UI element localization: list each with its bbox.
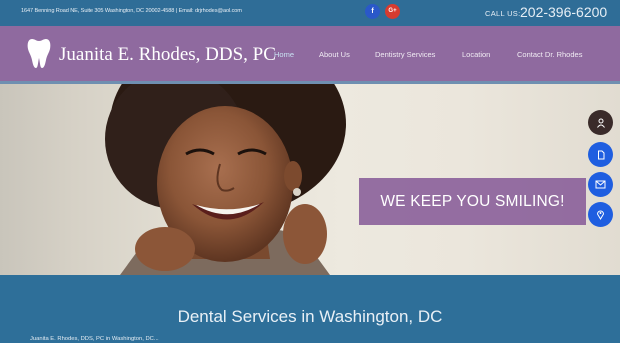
call-us-label: CALL US: [485, 9, 521, 18]
location-button[interactable] [588, 202, 613, 227]
nav-dentistry-services[interactable]: Dentistry Services [375, 50, 435, 59]
phone-number-link[interactable]: 202-396-6200 [520, 4, 607, 20]
tooth-logo-icon[interactable] [27, 37, 51, 69]
nav-location[interactable]: Location [462, 50, 490, 59]
contact-address: 1647 Benning Road NE, Suite 305 Washingt… [21, 8, 242, 14]
nav-about-us[interactable]: About Us [319, 50, 350, 59]
facebook-icon[interactable]: f [365, 4, 380, 19]
brand-title[interactable]: Juanita E. Rhodes, DDS, PC [59, 44, 276, 66]
nav-home[interactable]: Home [274, 50, 294, 59]
email-button[interactable] [588, 172, 613, 197]
map-pin-icon [596, 210, 605, 220]
services-heading: Dental Services in Washington, DC [177, 307, 443, 326]
nav-contact[interactable]: Contact Dr. Rhodes [517, 50, 582, 59]
user-icon [596, 118, 605, 128]
document-icon [597, 150, 604, 159]
services-intro-text: Juanita E. Rhodes, DDS, PC in Washington… [30, 336, 159, 342]
google-plus-icon[interactable]: G+ [385, 4, 400, 19]
document-button[interactable] [588, 142, 613, 167]
hero-slogan: WE KEEP YOU SMILING! [380, 193, 565, 210]
top-bar: 1647 Benning Road NE, Suite 305 Washingt… [0, 0, 620, 26]
user-button[interactable] [588, 110, 613, 135]
envelope-icon [595, 180, 606, 189]
